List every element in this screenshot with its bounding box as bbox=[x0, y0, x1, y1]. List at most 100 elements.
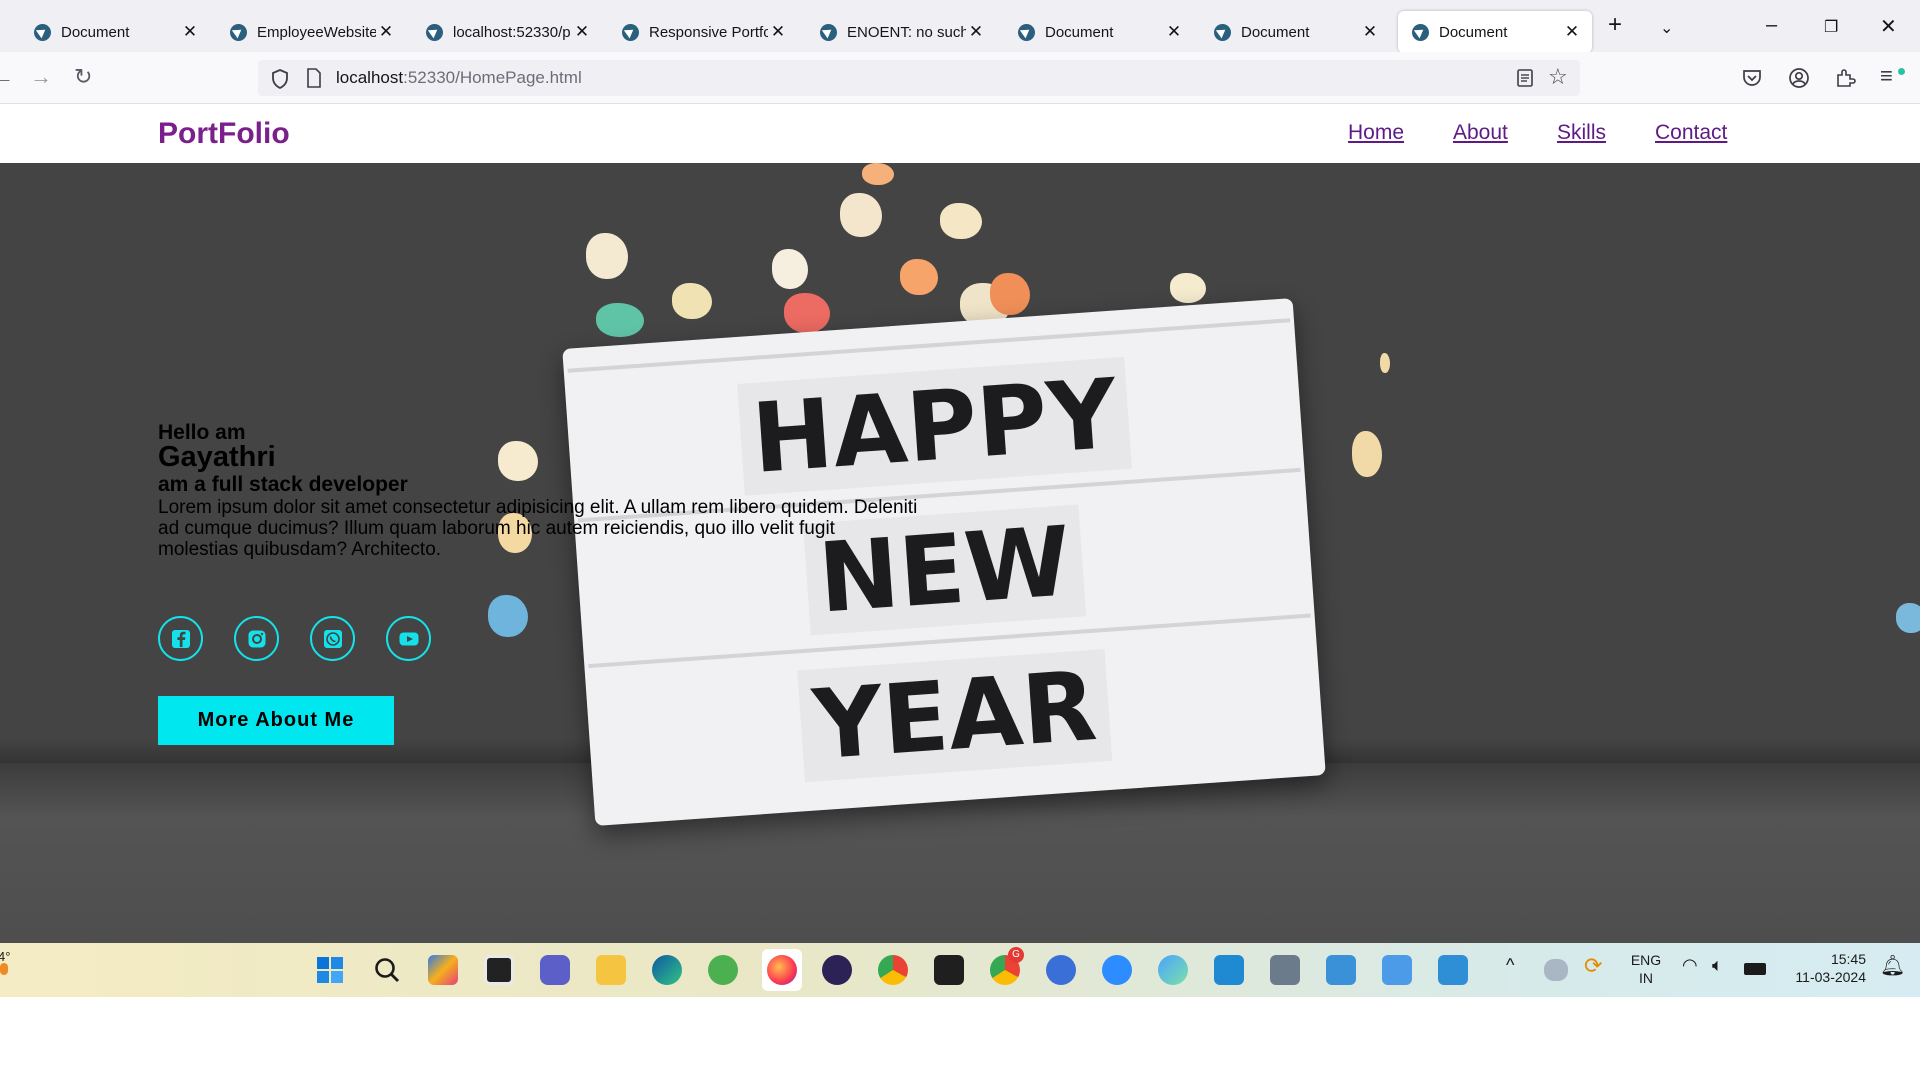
tab-title: EmployeeWebsite bbox=[257, 23, 376, 41]
pocket-icon[interactable] bbox=[1742, 69, 1762, 87]
tab-favicon-icon bbox=[230, 23, 247, 41]
weather-temperature[interactable]: 4° bbox=[0, 949, 10, 964]
chrome-icon[interactable] bbox=[878, 955, 908, 985]
minimize-window-icon[interactable]: – bbox=[1766, 14, 1777, 37]
close-tab-icon[interactable]: ✕ bbox=[572, 22, 592, 42]
nav-link-contact[interactable]: Contact bbox=[1655, 121, 1727, 145]
shield-icon[interactable] bbox=[270, 68, 290, 90]
new-tab-icon[interactable]: + bbox=[1608, 11, 1622, 39]
network-app-icon[interactable] bbox=[1158, 955, 1188, 985]
nav-link-skills[interactable]: Skills bbox=[1557, 121, 1606, 145]
tab-list-chevron-down-icon[interactable]: ⌄ bbox=[1660, 18, 1673, 38]
eclipse-icon[interactable] bbox=[822, 955, 852, 985]
page-info-icon[interactable] bbox=[306, 68, 322, 88]
browser-tab[interactable]: Document ✕ bbox=[20, 12, 210, 52]
account-icon[interactable] bbox=[1788, 67, 1810, 89]
browser-tab[interactable]: Document ✕ bbox=[1004, 12, 1194, 52]
chat-icon[interactable] bbox=[540, 955, 570, 985]
app-icon[interactable] bbox=[1326, 955, 1356, 985]
update-dot-icon bbox=[1898, 68, 1905, 75]
browser-tab[interactable]: Responsive Portfo ✕ bbox=[608, 12, 798, 52]
tab-title: Document bbox=[1439, 23, 1508, 41]
confetti bbox=[900, 259, 938, 295]
edge-icon[interactable] bbox=[652, 955, 682, 985]
browser-tab[interactable]: localhost:52330/p ✕ bbox=[412, 12, 602, 52]
confetti bbox=[784, 293, 830, 333]
onedrive-icon[interactable] bbox=[1544, 959, 1568, 981]
calculator-icon[interactable] bbox=[1270, 955, 1300, 985]
close-tab-icon[interactable]: ✕ bbox=[768, 22, 788, 42]
clock-date[interactable]: 11-03-2024 bbox=[1780, 969, 1866, 985]
language-bottom[interactable]: IN bbox=[1630, 970, 1662, 986]
close-tab-icon[interactable]: ✕ bbox=[1164, 22, 1184, 42]
tab-favicon-icon bbox=[820, 23, 837, 41]
sticky-notes-icon[interactable] bbox=[934, 955, 964, 985]
close-tab-icon[interactable]: ✕ bbox=[180, 22, 200, 42]
youtube-icon bbox=[399, 632, 418, 645]
vscode-icon[interactable] bbox=[1214, 955, 1244, 985]
nav-link-about[interactable]: About bbox=[1453, 121, 1508, 145]
confetti bbox=[672, 283, 712, 319]
reload-icon[interactable]: ↻ bbox=[74, 64, 92, 90]
search-icon[interactable] bbox=[372, 955, 402, 985]
notification-bell-icon[interactable]: 🔔︎ bbox=[1880, 953, 1905, 978]
language-top[interactable]: ENG bbox=[1630, 952, 1662, 968]
clock-time[interactable]: 15:45 bbox=[1780, 951, 1866, 967]
close-tab-icon[interactable]: ✕ bbox=[1360, 22, 1380, 42]
confetti bbox=[862, 163, 894, 185]
close-tab-icon[interactable]: ✕ bbox=[1562, 22, 1582, 42]
zoom-icon[interactable] bbox=[1102, 955, 1132, 985]
forward-icon[interactable]: → bbox=[30, 64, 52, 90]
browser-tab[interactable]: EmployeeWebsite ✕ bbox=[216, 12, 406, 52]
weather-icon[interactable] bbox=[0, 963, 8, 975]
copilot-icon[interactable] bbox=[428, 955, 458, 985]
nav-link-home[interactable]: Home bbox=[1348, 121, 1404, 145]
wifi-icon[interactable]: ◠ bbox=[1682, 955, 1698, 976]
reader-view-icon[interactable] bbox=[1516, 69, 1534, 87]
start-windows-icon[interactable] bbox=[315, 955, 345, 985]
show-hidden-icons-chevron-up-icon[interactable]: ^ bbox=[1506, 955, 1514, 976]
firefox-icon[interactable] bbox=[767, 955, 797, 985]
app-icon[interactable] bbox=[1046, 955, 1076, 985]
remote-desktop-icon[interactable] bbox=[1438, 955, 1468, 985]
more-about-me-button[interactable]: More About Me bbox=[158, 696, 394, 745]
battery-icon[interactable] bbox=[1744, 963, 1766, 975]
hero-role: am a full stack developer bbox=[158, 473, 408, 496]
task-view-icon[interactable] bbox=[484, 955, 514, 985]
browser-tab[interactable]: ENOENT: no such ✕ bbox=[806, 12, 996, 52]
volume-icon[interactable]: 🔈︎ bbox=[1712, 955, 1723, 976]
hero-name: Gayathri bbox=[158, 441, 276, 473]
chrome-notification-badge: G bbox=[1008, 947, 1024, 963]
close-tab-icon[interactable]: ✕ bbox=[376, 22, 396, 42]
bookmark-star-icon[interactable]: ☆ bbox=[1548, 64, 1568, 90]
tab-title: localhost:52330/p bbox=[453, 23, 571, 41]
restore-window-icon[interactable]: ❐ bbox=[1824, 17, 1838, 37]
whatsapp-link[interactable] bbox=[310, 616, 355, 661]
tab-title: Document bbox=[1045, 23, 1114, 41]
confetti bbox=[586, 233, 628, 279]
extensions-icon[interactable] bbox=[1834, 67, 1856, 89]
site-logo[interactable]: PortFolio bbox=[158, 117, 290, 151]
tab-favicon-icon bbox=[426, 23, 443, 41]
tab-title: ENOENT: no such bbox=[847, 23, 966, 41]
instagram-icon bbox=[248, 630, 265, 647]
instagram-link[interactable] bbox=[234, 616, 279, 661]
web-page: PortFolio Home About Skills Contact HAPP… bbox=[0, 105, 1920, 943]
notepad-icon[interactable] bbox=[1382, 955, 1412, 985]
confetti bbox=[1380, 353, 1390, 373]
close-window-icon[interactable]: ✕ bbox=[1880, 14, 1897, 39]
youtube-link[interactable] bbox=[386, 616, 431, 661]
facebook-link[interactable] bbox=[158, 616, 203, 661]
url-bar[interactable]: localhost:52330/HomePage.html ☆ bbox=[258, 60, 1580, 96]
back-icon[interactable]: ← bbox=[0, 64, 14, 90]
browser-tab-active[interactable]: Document ✕ bbox=[1398, 11, 1592, 53]
notepad-plus-icon[interactable] bbox=[708, 955, 738, 985]
close-tab-icon[interactable]: ✕ bbox=[966, 22, 986, 42]
browser-tab[interactable]: Document ✕ bbox=[1200, 12, 1390, 52]
happy-new-year-lightbox: HAPPY NEW YEAR bbox=[562, 298, 1326, 826]
confetti bbox=[596, 303, 644, 337]
browser-nav-bar: ← → ↻ localhost:52330/HomePage.html ☆ ≡ bbox=[0, 52, 1920, 104]
app-menu-icon[interactable]: ≡ bbox=[1880, 63, 1893, 89]
file-explorer-icon[interactable] bbox=[596, 955, 626, 985]
sync-icon[interactable]: ⟳ bbox=[1584, 953, 1602, 979]
